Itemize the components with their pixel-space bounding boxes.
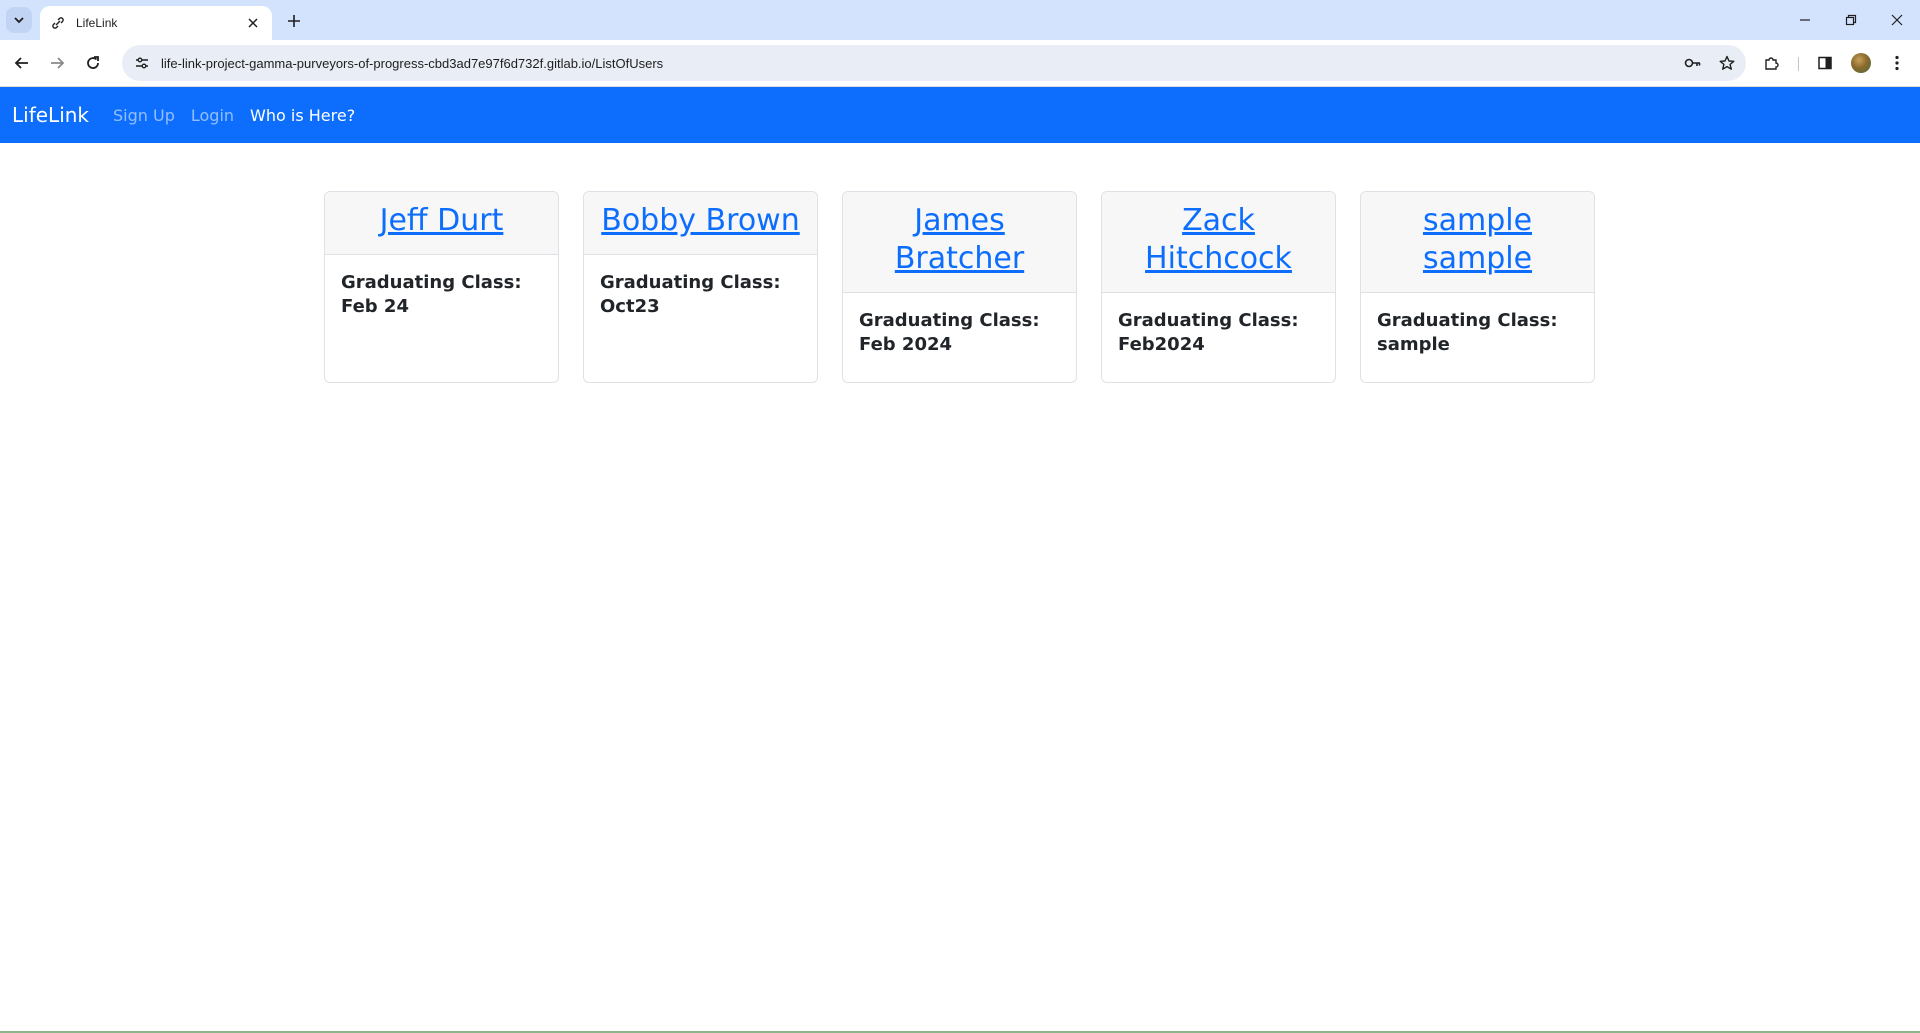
back-button[interactable] (7, 48, 37, 78)
address-bar[interactable]: life-link-project-gamma-purveyors-of-pro… (122, 45, 1746, 81)
browser-menu-button[interactable] (1882, 48, 1912, 78)
browser-tab[interactable]: LifeLink (40, 6, 272, 40)
user-card: Jeff Durt Graduating Class: Feb 24 (324, 191, 559, 383)
kebab-menu-icon (1895, 55, 1899, 71)
browser-tabstrip: LifeLink (0, 0, 1920, 40)
password-button[interactable] (1678, 48, 1708, 78)
graduating-class-text: Graduating Class: Feb 24 (341, 272, 522, 317)
graduating-class-text: Graduating Class: Feb2024 (1118, 310, 1299, 355)
toolbar-divider (1798, 57, 1799, 71)
close-icon[interactable] (244, 14, 262, 32)
tab-search-button[interactable] (6, 7, 32, 33)
nav-link-login[interactable]: Login (191, 106, 234, 125)
user-card: James Bratcher Graduating Class: Feb 202… (842, 191, 1077, 383)
card-header: James Bratcher (843, 192, 1076, 293)
window-controls (1782, 0, 1920, 40)
user-name-link[interactable]: Zack Hitchcock (1145, 203, 1292, 276)
graduating-class-text: Graduating Class: Oct23 (600, 272, 781, 317)
app-navbar: LifeLink Sign Up Login Who is Here? (0, 87, 1920, 143)
extensions-button[interactable] (1757, 48, 1787, 78)
brand-link[interactable]: LifeLink (12, 103, 89, 127)
browser-toolbar: life-link-project-gamma-purveyors-of-pro… (0, 40, 1920, 87)
side-panel-button[interactable] (1810, 48, 1840, 78)
arrow-left-icon (14, 57, 28, 69)
nav-link-sign-up[interactable]: Sign Up (113, 106, 175, 125)
user-name-link[interactable]: James Bratcher (895, 203, 1024, 276)
card-header: Jeff Durt (325, 192, 558, 255)
card-header: Bobby Brown (584, 192, 817, 255)
reload-icon (87, 56, 99, 69)
user-card: Zack Hitchcock Graduating Class: Feb2024 (1101, 191, 1336, 383)
key-icon (1684, 58, 1701, 68)
puzzle-icon (1765, 57, 1779, 70)
user-name-link[interactable]: Jeff Durt (380, 203, 504, 238)
card-header: sample sample (1361, 192, 1594, 293)
bookmark-button[interactable] (1712, 48, 1742, 78)
avatar (1851, 53, 1871, 73)
restore-button[interactable] (1828, 0, 1874, 40)
user-name-link[interactable]: Bobby Brown (601, 203, 799, 238)
tune-icon (136, 57, 148, 69)
site-info-button[interactable] (127, 48, 157, 78)
user-card: sample sample Graduating Class: sample (1360, 191, 1595, 383)
close-icon (1891, 14, 1903, 26)
arrow-right-icon (51, 57, 65, 69)
restore-icon (1845, 14, 1857, 26)
minimize-icon (1800, 19, 1810, 21)
graduating-class-text: Graduating Class: sample (1377, 310, 1558, 355)
minimize-button[interactable] (1782, 0, 1828, 40)
link-icon (50, 15, 66, 31)
close-window-button[interactable] (1874, 0, 1920, 40)
card-header: Zack Hitchcock (1102, 192, 1335, 293)
profile-button[interactable] (1846, 48, 1876, 78)
star-icon (1719, 55, 1735, 70)
url-text[interactable]: life-link-project-gamma-purveyors-of-pro… (161, 56, 1678, 71)
graduating-class-text: Graduating Class: Feb 2024 (859, 310, 1040, 355)
user-card: Bobby Brown Graduating Class: Oct23 (583, 191, 818, 383)
forward-button[interactable] (42, 48, 72, 78)
user-name-link[interactable]: sample sample (1423, 203, 1532, 276)
tab-title: LifeLink (76, 16, 118, 30)
plus-icon (288, 15, 300, 27)
new-tab-button[interactable] (282, 9, 306, 33)
side-panel-icon (1818, 56, 1832, 70)
reload-button[interactable] (78, 48, 108, 78)
user-card-list: Jeff Durt Graduating Class: Feb 24 Bobby… (324, 191, 1595, 383)
chevron-down-icon (14, 17, 24, 24)
nav-link-who-is-here[interactable]: Who is Here? (250, 106, 355, 125)
